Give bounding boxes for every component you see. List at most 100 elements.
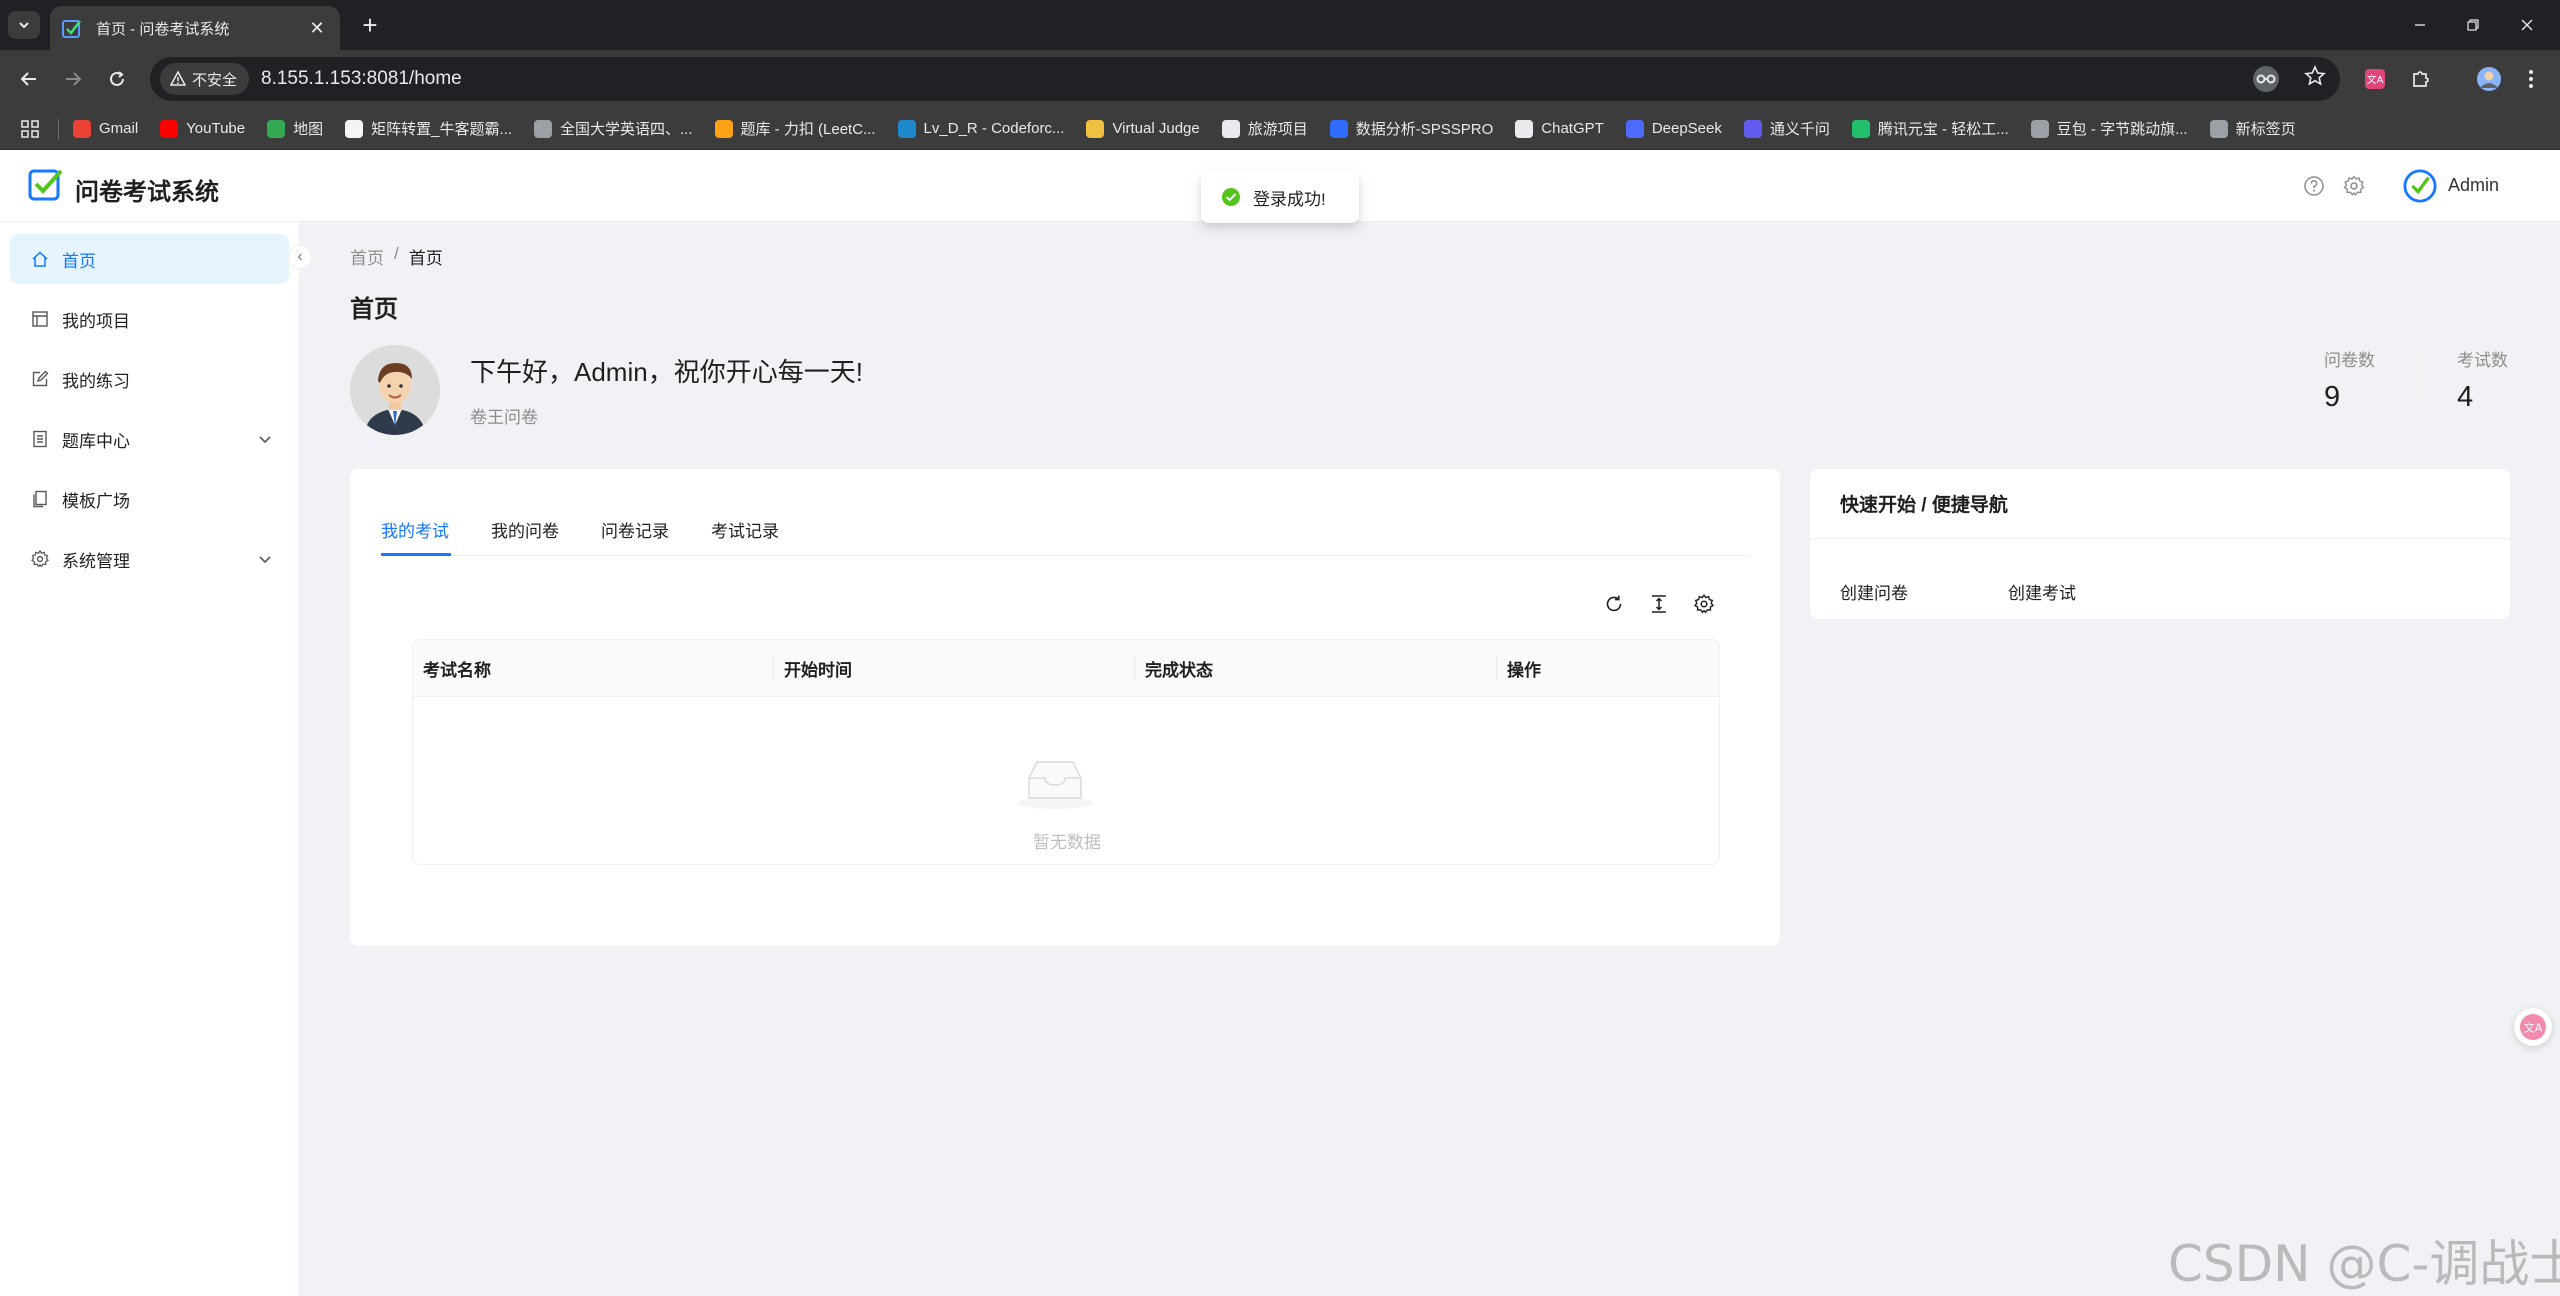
sidebar-item-label: 模板广场 <box>62 491 130 511</box>
tab-survey-records[interactable]: 问卷记录 <box>601 517 669 542</box>
user-signature: 卷王问卷 <box>470 408 538 427</box>
bookmark-label: 全国大学英语四、... <box>560 121 693 138</box>
bookmark-item[interactable]: 题库 - 力扣 (LeetC... <box>714 118 876 139</box>
bookmark-label: 数据分析-SPSSPRO <box>1355 121 1494 138</box>
bookmark-label: 旅游项目 <box>1247 121 1308 138</box>
column-header-exam-name[interactable]: 考试名称 <box>413 640 773 697</box>
bookmark-item[interactable]: 通义千问 <box>1743 118 1830 139</box>
bookmark-item[interactable]: DeepSeek <box>1625 119 1722 138</box>
extensions-button[interactable] <box>2404 62 2438 96</box>
security-chip[interactable]: 不安全 <box>160 63 250 95</box>
bookmark-item[interactable]: ChatGPT <box>1515 119 1604 138</box>
empty-inbox-icon <box>1017 761 1093 809</box>
home-icon <box>30 249 50 269</box>
tab-search-button[interactable] <box>8 11 40 39</box>
reload-button[interactable] <box>100 62 134 96</box>
sidebar-collapse-button[interactable] <box>288 245 312 269</box>
breadcrumb-link-home[interactable]: 首页 <box>350 244 384 269</box>
profile-button[interactable] <box>2472 62 2506 96</box>
translate-extension-icon: 文A <box>2365 69 2385 89</box>
tab-close-icon[interactable]: ✕ <box>306 18 328 39</box>
globe-icon <box>2209 119 2228 138</box>
codeforces-icon <box>897 119 916 138</box>
vjudge-icon <box>1086 119 1105 138</box>
bookmark-item[interactable]: 全国大学英语四、... <box>534 118 693 139</box>
sidebar-item-practice[interactable]: 我的练习 <box>10 354 289 404</box>
help-icon[interactable] <box>2302 174 2326 198</box>
apps-grid-icon[interactable] <box>18 117 42 141</box>
floating-translate-button[interactable]: 文A <box>2514 1008 2552 1046</box>
quick-start-card: 快速开始 / 便捷导航 创建问卷 创建考试 <box>1810 469 2510 619</box>
tab-my-surveys[interactable]: 我的问卷 <box>491 517 559 542</box>
bookmark-item[interactable]: Lv_D_R - Codeforc... <box>897 119 1064 138</box>
star-icon[interactable] <box>2304 65 2326 87</box>
minimize-button[interactable] <box>2390 0 2450 50</box>
column-height-icon[interactable] <box>1646 591 1672 617</box>
sidebar-item-label: 我的练习 <box>62 371 130 391</box>
forward-button[interactable] <box>56 62 90 96</box>
svg-text:文A: 文A <box>2524 1021 2543 1035</box>
bookmark-item[interactable]: 豆包 - 字节跳动旗... <box>2030 118 2188 139</box>
column-header-start-time[interactable]: 开始时间 <box>774 640 1134 697</box>
bookmark-item[interactable]: Virtual Judge <box>1086 119 1200 138</box>
active-tab-indicator <box>381 553 451 556</box>
bookmark-item[interactable]: 矩阵转置_牛客题霸... <box>345 118 512 139</box>
header-username[interactable]: Admin <box>2448 175 2499 196</box>
user-avatar-icon[interactable] <box>2403 169 2437 203</box>
bookmark-label: 腾讯元宝 - 轻松工... <box>1877 121 2009 138</box>
sidebar-item-label: 首页 <box>62 251 96 271</box>
doubao-icon <box>2030 119 2049 138</box>
breadcrumb-current: 首页 <box>408 249 443 268</box>
success-check-icon <box>1222 188 1240 206</box>
browser-toolbar: 不安全 8.155.1.153:8081/home 文A <box>0 50 2560 108</box>
sidebar: 首页 我的项目 我的练习 题库中心 模板广场 系统管理 <box>0 222 300 1296</box>
column-header-status[interactable]: 完成状态 <box>1135 640 1496 697</box>
quick-start-title: 快速开始 / 便捷导航 <box>1810 469 2510 539</box>
url-text[interactable]: 8.155.1.153:8081/home <box>261 68 462 90</box>
sidebar-item-projects[interactable]: 我的项目 <box>10 294 289 344</box>
back-button[interactable] <box>12 62 46 96</box>
bookmark-item[interactable]: 新标签页 <box>2209 118 2296 139</box>
page-title: 首页 <box>350 296 398 323</box>
svg-text:文A: 文A <box>2367 73 2384 86</box>
bookmark-item[interactable]: 腾讯元宝 - 轻松工... <box>1851 118 2009 139</box>
tab-my-exams[interactable]: 我的考试 <box>381 517 449 542</box>
header-settings-icon[interactable] <box>2342 174 2366 198</box>
sidebar-item-question-bank[interactable]: 题库中心 <box>10 414 289 464</box>
sidebar-item-templates[interactable]: 模板广场 <box>10 474 289 524</box>
browser-menu-button[interactable] <box>2514 62 2548 96</box>
question-bank-icon <box>30 429 50 449</box>
translate-extension-button[interactable]: 文A <box>2358 62 2392 96</box>
bookmark-label: 豆包 - 字节跳动旗... <box>2056 121 2188 138</box>
breadcrumb: 首页 / 首页 <box>350 244 443 269</box>
bookmark-item[interactable]: 地图 <box>267 118 323 139</box>
tab-title: 首页 - 问卷考试系统 <box>96 20 230 38</box>
arrow-left-icon <box>20 72 36 86</box>
tab-exam-records[interactable]: 考试记录 <box>711 517 779 542</box>
bookmark-item[interactable]: 数据分析-SPSSPRO <box>1329 118 1494 139</box>
sidebar-item-home[interactable]: 首页 <box>10 234 289 284</box>
table-settings-icon[interactable] <box>1691 591 1717 617</box>
bookmark-item[interactable]: Gmail <box>73 119 139 138</box>
bookmark-item[interactable]: 旅游项目 <box>1221 118 1308 139</box>
browser-tab-active[interactable]: 首页 - 问卷考试系统 ✕ <box>50 6 340 50</box>
bookmark-item[interactable]: YouTube <box>160 119 245 138</box>
table-header: 考试名称 开始时间 完成状态 操作 <box>413 640 1719 697</box>
new-tab-button[interactable]: + <box>352 8 388 42</box>
chevron-down-icon <box>259 556 271 564</box>
create-exam-link[interactable]: 创建考试 <box>2008 579 2076 604</box>
close-window-button[interactable] <box>2497 0 2557 50</box>
column-header-actions[interactable]: 操作 <box>1497 640 1719 697</box>
bookmark-label: ChatGPT <box>1541 120 1604 137</box>
address-bar[interactable]: 不安全 8.155.1.153:8081/home <box>150 57 2340 101</box>
create-survey-link[interactable]: 创建问卷 <box>1840 579 1908 604</box>
refresh-icon[interactable] <box>1601 591 1627 617</box>
password-key-icon[interactable] <box>2252 65 2280 93</box>
sidebar-item-system[interactable]: 系统管理 <box>10 534 289 584</box>
bookmark-label: Gmail <box>99 120 139 137</box>
omnibox-actions <box>2252 65 2326 93</box>
sidebar-item-label: 题库中心 <box>62 431 130 451</box>
deepseek-icon <box>1625 119 1644 138</box>
stat-value: 9 <box>2324 381 2341 413</box>
restore-button[interactable] <box>2443 0 2503 50</box>
